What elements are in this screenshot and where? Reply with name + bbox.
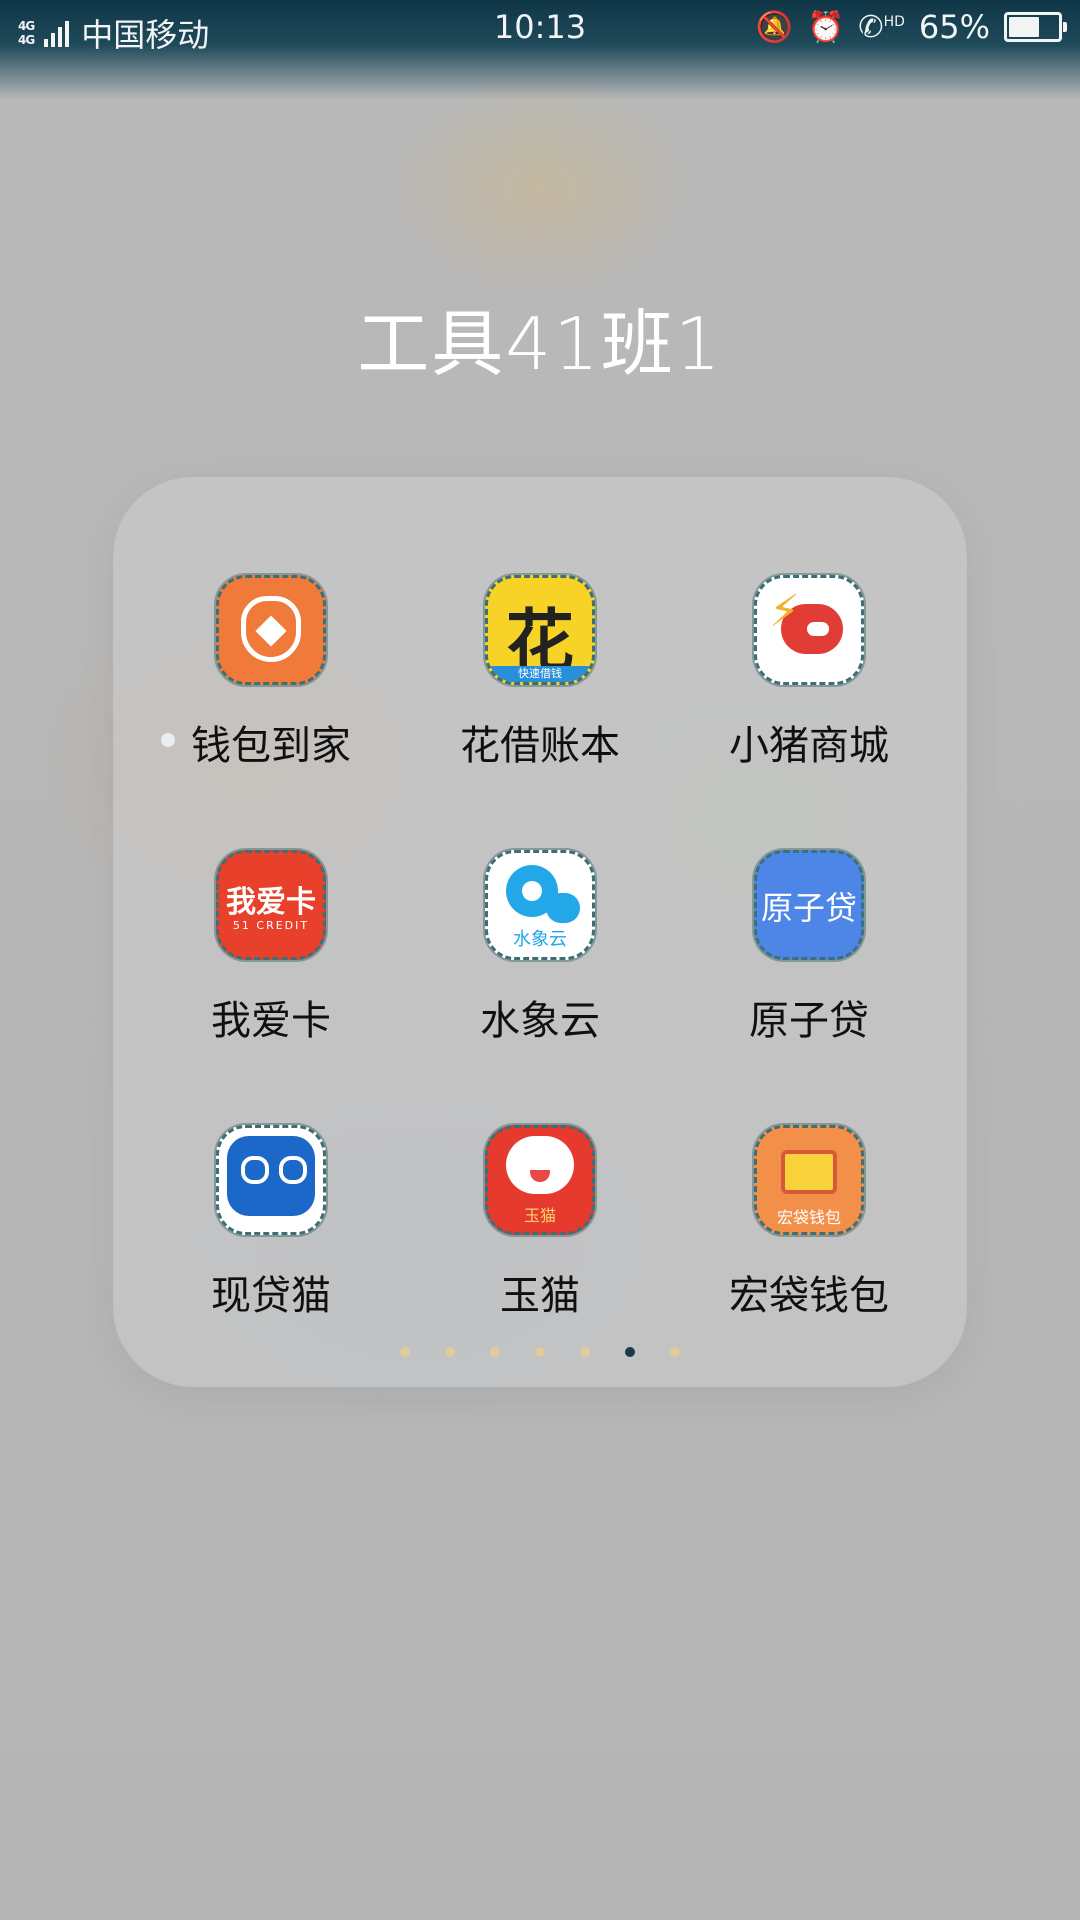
battery-fill xyxy=(1009,17,1039,37)
alarm-icon: ⏰ xyxy=(807,9,845,45)
page-dot[interactable] xyxy=(580,1347,590,1357)
51credit-icon[interactable]: 我爱卡 51 CREDIT xyxy=(216,850,326,960)
app-label: 水象云 xyxy=(480,998,600,1044)
page-dot[interactable] xyxy=(535,1347,545,1357)
icon-text: 原子贷 xyxy=(760,889,857,927)
app-label: 花借账本 xyxy=(460,723,620,769)
hd-call-icon: ✆HD xyxy=(858,9,905,45)
app-label: 玉猫 xyxy=(500,1273,580,1319)
icon-text: 宏袋钱包 xyxy=(776,1208,841,1227)
page-dot[interactable] xyxy=(625,1347,635,1357)
app-label: 现贷猫 xyxy=(211,1273,331,1319)
app-xiaozhushangcheng[interactable]: ⚡ 小猪商城 xyxy=(679,575,939,771)
page-dot[interactable] xyxy=(400,1347,410,1357)
app-label: 原子贷 xyxy=(749,998,869,1044)
status-bar: 4G 4G 中国移动 10:13 🔕 ⏰ ✆HD 65% xyxy=(0,0,1080,100)
folder-title[interactable]: 工具41班1 xyxy=(0,285,1080,390)
app-shuixiangyun[interactable]: 水象云 水象云 xyxy=(410,850,670,1046)
status-right: 🔕 ⏰ ✆HD 65% xyxy=(755,8,1067,46)
folder-panel: 钱包到家 花 快速借钱 花借账本 ⚡ 小猪商城 我爱卡 51 CREDIT 我爱… xyxy=(113,477,967,1387)
app-yuanzidai[interactable]: 原子贷 原子贷 xyxy=(679,850,939,1046)
new-indicator-dot xyxy=(161,733,175,747)
page-dot[interactable] xyxy=(670,1347,680,1357)
hd-label: HD xyxy=(883,13,905,30)
app-label: 小猪商城 xyxy=(729,723,889,769)
app-huajiezhangben[interactable]: 花 快速借钱 花借账本 xyxy=(410,575,670,771)
icon-text: 玉猫 xyxy=(523,1206,556,1225)
app-label: 我爱卡 xyxy=(211,998,331,1044)
wallet-icon[interactable]: 宏袋钱包 xyxy=(754,1125,864,1235)
cartoon-cat-icon[interactable]: 玉猫 xyxy=(485,1125,595,1235)
page-dot[interactable] xyxy=(445,1347,455,1357)
pig-icon[interactable]: ⚡ xyxy=(754,575,864,685)
page-indicator xyxy=(113,1347,967,1357)
app-yumao[interactable]: 玉猫 玉猫 xyxy=(410,1125,670,1321)
app-qianbaodaojia[interactable]: 钱包到家 xyxy=(141,575,401,771)
app-hongdaiqianbao[interactable]: 宏袋钱包 宏袋钱包 xyxy=(679,1125,939,1321)
icon-subtext: 51 CREDIT xyxy=(232,919,310,932)
page-dot[interactable] xyxy=(490,1347,500,1357)
cloud-icon[interactable]: 水象云 xyxy=(485,850,595,960)
icon-text: 我爱卡 xyxy=(226,885,316,920)
yuanzidai-icon[interactable]: 原子贷 xyxy=(754,850,864,960)
battery-icon xyxy=(1004,12,1067,42)
money-bag-icon[interactable] xyxy=(216,575,326,685)
icon-subtext: 快速借钱 xyxy=(488,666,592,682)
app-label: 钱包到家 xyxy=(191,723,351,769)
app-woaika[interactable]: 我爱卡 51 CREDIT 我爱卡 xyxy=(141,850,401,1046)
cat-face-icon[interactable] xyxy=(216,1125,326,1235)
app-label: 宏袋钱包 xyxy=(729,1273,889,1319)
hua-icon[interactable]: 花 快速借钱 xyxy=(485,575,595,685)
battery-percent: 65% xyxy=(918,8,990,46)
mute-bell-icon: 🔕 xyxy=(755,9,794,45)
app-xiandaimao[interactable]: 现贷猫 xyxy=(141,1125,401,1321)
icon-text: 水象云 xyxy=(513,929,567,950)
